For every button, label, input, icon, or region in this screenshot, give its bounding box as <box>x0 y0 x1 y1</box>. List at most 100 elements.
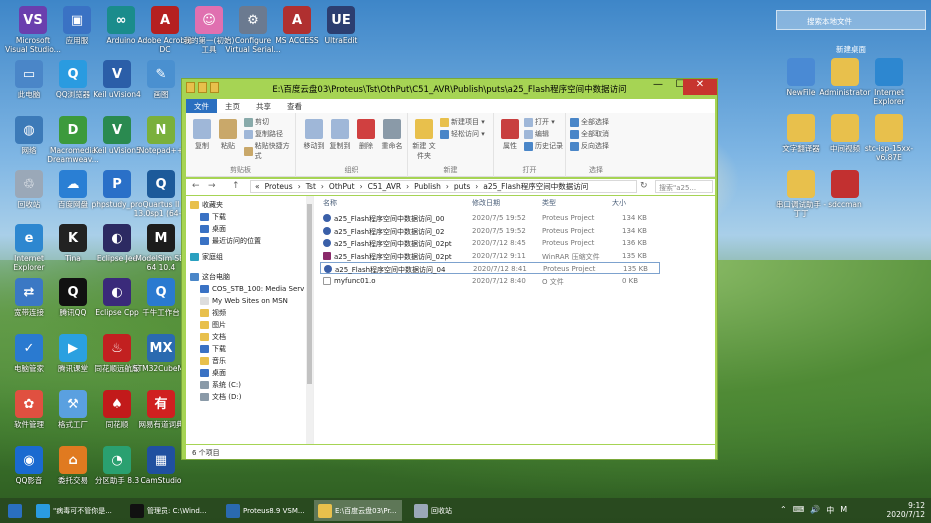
nav-item[interactable]: 视频 <box>200 307 320 319</box>
file-row[interactable]: a25_Flash程序空间中数据访问_02 2020/7/5 19:52 Prote… <box>320 225 660 237</box>
properties-button[interactable]: 属性 <box>496 117 524 151</box>
tab-home[interactable]: 主页 <box>217 99 248 113</box>
back-button[interactable]: ← <box>192 181 200 191</box>
nav-item-label: 桌面 <box>212 369 226 377</box>
desktop-icon[interactable]: sdccman <box>816 170 874 218</box>
nav-item[interactable]: 系统 (C:) <box>200 379 320 391</box>
desktop-icon[interactable]: stc-isp-15xx-v6.87E <box>860 114 918 162</box>
up-button[interactable]: ↑ <box>232 181 240 191</box>
content-area: 收藏夹 下载 桌面 最近访问的位置 家庭组 这台电脑 COS_STB_100: Media … <box>186 196 715 444</box>
copy-path-button[interactable]: 复制路径 <box>244 129 283 139</box>
tab-file[interactable]: 文件 <box>186 99 217 113</box>
file-name: a25_Flash程序空间中数据访问_04 <box>335 266 446 274</box>
taskbar-item[interactable]: 回收站 <box>410 500 470 521</box>
move-to-button[interactable]: 移动到 <box>300 117 328 151</box>
nav-item[interactable]: 最近访问的位置 <box>200 235 320 247</box>
invert-selection-button[interactable]: 反向选择 <box>570 141 609 151</box>
tray-icon[interactable]: M <box>840 505 847 516</box>
file-row[interactable]: a25_Flash程序空间中数据访问_00 2020/7/5 19:52 Prote… <box>320 212 660 224</box>
nav-item[interactable]: 桌面 <box>200 223 320 235</box>
select-group-label: 选择 <box>589 166 603 174</box>
edit-button[interactable]: 编辑 <box>524 129 549 139</box>
new-group: 新建 文件夹 新建项目 ▾ 轻松访问 ▾ 新建 <box>408 113 494 177</box>
desktop-icon[interactable]: Internet Explorer <box>860 58 918 106</box>
window-title: E:\百度云盘03\Proteus\Tst\OthPut\C51_AVR\Pub… <box>272 85 627 95</box>
new-folder-button[interactable]: 新建 文件夹 <box>410 117 438 161</box>
column-date[interactable]: 修改日期 <box>472 198 500 208</box>
file-row[interactable]: a25_Flash程序空间中数据访问_02pt 2020/7/12 9:11 Win… <box>320 250 660 262</box>
nav-item[interactable]: 收藏夹 <box>190 199 310 211</box>
taskbar-item[interactable]: E:\百度云盘03\Pr... <box>314 500 402 521</box>
copy-button[interactable]: 复制 <box>188 117 216 151</box>
tray-icon[interactable]: ⌨ <box>793 505 805 516</box>
nav-item[interactable]: 家庭组 <box>190 251 310 263</box>
file-row[interactable]: myfunc01.o 2020/7/12 8:40 O 文件 0 KB <box>320 275 660 287</box>
search-input[interactable]: 搜索"a25... <box>655 180 713 193</box>
nav-item-label: 视频 <box>212 309 226 317</box>
breadcrumb-item[interactable]: Proteus <box>265 182 293 191</box>
history-button[interactable]: 历史记录 <box>524 141 563 151</box>
title-bar[interactable]: E:\百度云盘03\Proteus\Tst\OthPut\C51_AVR\Pub… <box>182 79 717 99</box>
breadcrumb-item[interactable]: a25_Flash程序空间中数据访问 <box>483 181 588 192</box>
nav-item[interactable]: 文档 <box>200 331 320 343</box>
breadcrumb-item[interactable]: puts <box>454 182 470 191</box>
close-button[interactable]: ✕ <box>683 79 717 95</box>
breadcrumb-item[interactable]: OthPut <box>329 182 355 191</box>
desktop-icon[interactable]: UE UltraEdit <box>312 6 370 54</box>
refresh-button[interactable]: ↻ <box>640 181 648 191</box>
delete-button[interactable]: 删除 <box>352 117 380 151</box>
desktop-icon-label: stc-isp-15xx-v6.87E <box>864 144 914 162</box>
file-row[interactable]: a25_Flash程序空间中数据访问_02pt 2020/7/12 8:45 Pro… <box>320 237 660 249</box>
breadcrumb-item[interactable]: Publish <box>414 182 441 191</box>
select-all-button[interactable]: 全部选择 <box>570 117 609 127</box>
tray-icon[interactable]: ⌃ <box>780 505 787 516</box>
easy-access-button[interactable]: 轻松访问 ▾ <box>440 129 485 139</box>
nav-item[interactable]: 音乐 <box>200 355 320 367</box>
file-size: 0 KB <box>622 276 639 285</box>
taskbar-item[interactable]: 管理员: C:\Wind... <box>126 500 216 521</box>
address-breadcrumb[interactable]: « Proteus › Tst › OthPut › C51_AVR › Publish › puts… <box>250 180 637 193</box>
ribbon: 复制 粘贴 剪切 复制路径 粘贴快捷方式 剪贴板 移动到 复制到 删除 重命名 … <box>186 113 715 177</box>
folder-icon <box>190 253 199 261</box>
desktop-search-box[interactable]: 搜索本地文件 <box>776 10 926 30</box>
column-size[interactable]: 大小 <box>612 198 626 208</box>
copy-to-button[interactable]: 复制到 <box>326 117 354 151</box>
breadcrumb-item[interactable]: Tst <box>306 182 316 191</box>
app-icon: ✿ <box>15 390 43 418</box>
taskbar-item[interactable]: "病毒可不管你是... <box>32 500 120 521</box>
app-icon: M <box>147 224 175 252</box>
tab-view[interactable]: 查看 <box>279 99 310 113</box>
column-name[interactable]: 名称 <box>323 198 337 208</box>
nav-item[interactable]: COS_STB_100: Media Serv <box>200 283 320 295</box>
app-icon: P <box>103 170 131 198</box>
nav-item[interactable]: 图片 <box>200 319 320 331</box>
paste-shortcut-button[interactable]: 粘贴快捷方式 <box>244 141 295 161</box>
nav-item[interactable]: 文档 (D:) <box>200 391 320 403</box>
nav-item-label: My Web Sites on MSN <box>212 297 288 305</box>
app-icon: ▣ <box>63 6 91 34</box>
nav-item[interactable]: 桌面 <box>200 367 320 379</box>
column-type[interactable]: 类型 <box>542 198 556 208</box>
select-none-button[interactable]: 全部取消 <box>570 129 609 139</box>
file-row[interactable]: a25_Flash程序空间中数据访问_04 2020/7/12 8:41 Prote… <box>320 262 660 274</box>
app-icon: A <box>151 6 179 34</box>
cut-button[interactable]: 剪切 <box>244 117 269 127</box>
start-button[interactable] <box>4 500 28 521</box>
taskbar-item[interactable]: Proteus8.9 VSM... <box>222 500 310 521</box>
clock[interactable]: 9:12 2020/7/12 <box>887 501 925 519</box>
tray-icon[interactable]: 中 <box>826 505 834 516</box>
clock-time: 9:12 <box>908 501 925 510</box>
tab-share[interactable]: 共享 <box>248 99 279 113</box>
minimize-button[interactable]: — <box>647 79 669 95</box>
forward-button[interactable]: → <box>208 181 216 191</box>
tray-icon[interactable]: 🔊 <box>810 505 820 516</box>
paste-button[interactable]: 粘贴 <box>214 117 242 151</box>
nav-item[interactable]: 下载 <box>200 343 320 355</box>
breadcrumb-item[interactable]: C51_AVR <box>368 182 402 191</box>
nav-item[interactable]: 这台电脑 <box>190 271 310 283</box>
open-button[interactable]: 打开 ▾ <box>524 117 555 127</box>
new-item-button[interactable]: 新建项目 ▾ <box>440 117 485 127</box>
nav-item[interactable]: 下载 <box>200 211 320 223</box>
nav-item[interactable]: My Web Sites on MSN <box>200 295 320 307</box>
rename-button[interactable]: 重命名 <box>378 117 406 151</box>
